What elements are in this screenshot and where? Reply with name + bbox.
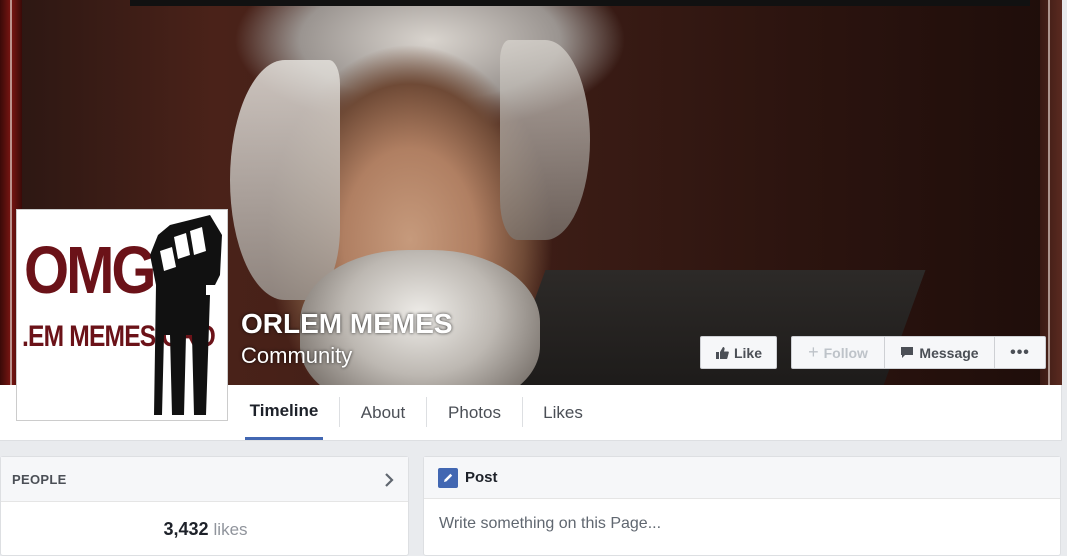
profile-picture[interactable]: OMG .EM MEMES GRO [16,209,228,421]
like-button[interactable]: Like [700,336,777,369]
tab-likes[interactable]: Likes [523,385,603,440]
people-card-header[interactable]: PEOPLE [1,457,408,502]
tab-about[interactable]: About [340,385,426,440]
cover-frame-right [1048,0,1050,385]
cover-frame-right-bar [1040,0,1062,385]
post-input[interactable]: Write something on this Page... [439,515,661,533]
page-likes-count[interactable]: 3,432 likes [1,519,410,540]
follow-button[interactable]: + Follow [792,337,885,368]
tab-timeline[interactable]: Timeline [245,385,323,440]
cover-hair-left [230,60,340,300]
cover-frame-top [130,0,1030,6]
follow-button-label: Follow [823,344,868,361]
page-category[interactable]: Community [241,343,352,369]
more-options-button[interactable]: ••• [995,337,1045,368]
page-title[interactable]: ORLEM MEMES [241,308,453,340]
pencil-icon [438,467,458,488]
thumbs-up-icon [715,346,729,359]
tab-photos[interactable]: Photos [427,385,522,440]
people-card: PEOPLE 3,432 likes [0,456,409,556]
likes-number: 3,432 [163,519,209,539]
message-button[interactable]: Message [885,337,995,368]
cover-frame-left [10,0,12,385]
message-button-label: Message [919,344,979,361]
post-composer-tab[interactable]: Post [424,457,1060,499]
like-button-label: Like [733,344,762,361]
likes-word: likes [213,520,248,539]
chevron-right-icon[interactable] [384,472,394,488]
post-composer: Post Write something on this Page... [423,456,1061,556]
raised-fist-icon [150,215,222,415]
page-actions-group: + Follow Message ••• [791,336,1046,369]
cover-hair-right [500,40,590,240]
logo-omg-text: OMG [24,233,157,308]
plus-icon: + [808,342,819,362]
message-bubble-icon [901,347,914,358]
people-card-title: PEOPLE [12,471,67,487]
post-tab-label: Post [465,469,498,486]
more-dots-icon: ••• [1010,343,1030,361]
